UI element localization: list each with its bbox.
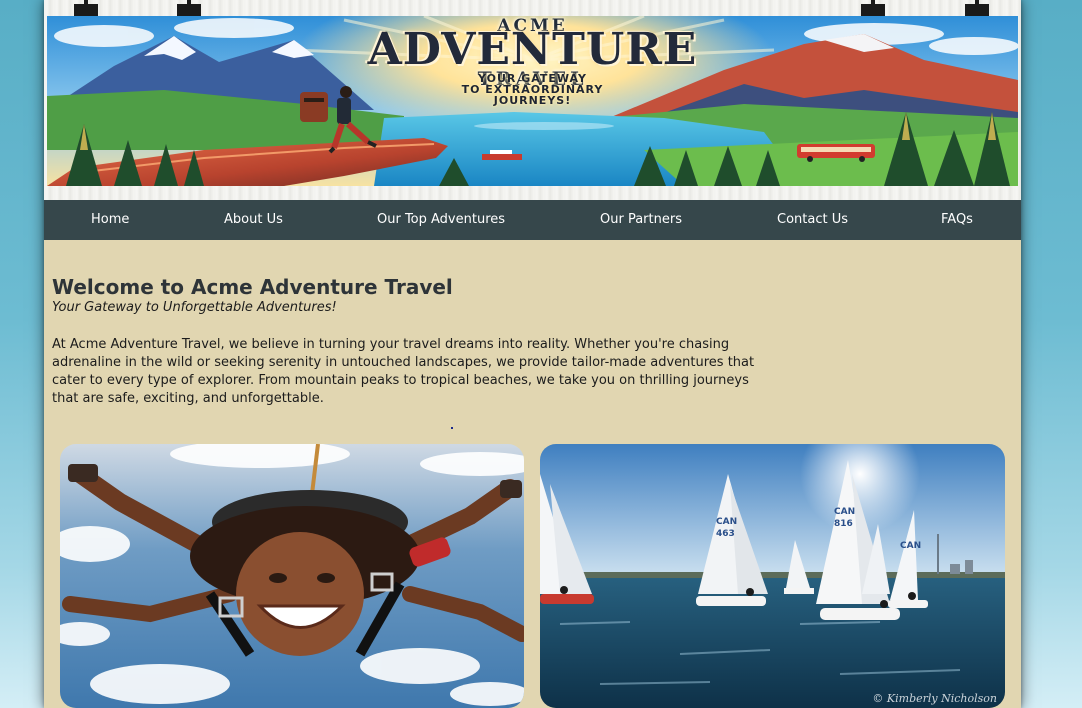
banner-clip-hangers bbox=[74, 0, 989, 16]
skydiving-photo bbox=[60, 444, 524, 708]
page-container: ACME ADVENTURE TRAVEL YOUR GATEWAY TO EX… bbox=[44, 0, 1021, 708]
sailing-photo: CAN 463 CAN 816 CAN © Kimberly Nicholson bbox=[540, 444, 1005, 708]
svg-text:CAN: CAN bbox=[834, 507, 855, 517]
svg-text:CAN: CAN bbox=[900, 541, 921, 551]
main-navigation: Home About Us Our Top Adventures Our Par… bbox=[44, 200, 1021, 240]
page-title: Welcome to Acme Adventure Travel bbox=[52, 275, 453, 299]
page-subtitle: Your Gateway to Unforgettable Adventures… bbox=[52, 300, 337, 315]
nav-contact-us[interactable]: Contact Us bbox=[777, 200, 848, 240]
svg-text:463: 463 bbox=[716, 529, 735, 539]
site-banner: ACME ADVENTURE TRAVEL YOUR GATEWAY TO EX… bbox=[44, 0, 1021, 200]
nav-our-partners[interactable]: Our Partners bbox=[600, 200, 682, 240]
nav-top-adventures[interactable]: Our Top Adventures bbox=[377, 200, 505, 240]
banner-tagline: YOUR GATEWAY TO EXTRAORDINARY JOURNEYS! bbox=[44, 73, 1021, 106]
stray-dot bbox=[451, 427, 453, 429]
svg-text:816: 816 bbox=[834, 519, 853, 529]
banner-tagline-line3: JOURNEYS! bbox=[493, 94, 572, 107]
skydiving-illustration bbox=[60, 444, 524, 708]
svg-text:CAN: CAN bbox=[716, 517, 737, 527]
nav-about-us[interactable]: About Us bbox=[224, 200, 283, 240]
nav-home[interactable]: Home bbox=[91, 200, 129, 240]
photo-credit: © Kimberly Nicholson bbox=[872, 692, 997, 705]
intro-paragraph: At Acme Adventure Travel, we believe in … bbox=[52, 337, 755, 406]
sailing-illustration: CAN 463 CAN 816 CAN bbox=[540, 444, 1005, 708]
nav-faqs[interactable]: FAQs bbox=[941, 200, 973, 240]
